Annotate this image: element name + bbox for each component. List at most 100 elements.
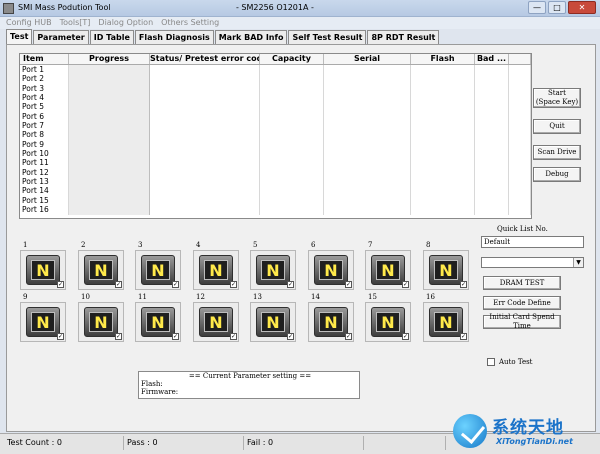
column-header-capacity[interactable]: Capacity — [260, 54, 324, 64]
checkmark-icon[interactable]: ✓ — [460, 333, 467, 340]
table-row[interactable]: Port 7 — [20, 121, 531, 131]
tab-self-test-result[interactable]: Self Test Result — [288, 30, 367, 44]
column-header-progress[interactable]: Progress — [69, 54, 150, 64]
port-slot-6[interactable]: N ✓ — [308, 250, 354, 290]
port-slot-15[interactable]: N ✓ — [365, 302, 411, 342]
serial-cell — [324, 93, 411, 103]
checkmark-icon[interactable]: ✓ — [402, 281, 409, 288]
flash-cell — [411, 177, 475, 187]
port-slot-1[interactable]: N ✓ — [20, 250, 66, 290]
port-slot-7[interactable]: N ✓ — [365, 250, 411, 290]
tab-test[interactable]: Test — [6, 29, 33, 44]
checkmark-icon[interactable]: ✓ — [115, 333, 122, 340]
port-slot-14[interactable]: N ✓ — [308, 302, 354, 342]
progress-cell — [69, 149, 150, 159]
column-header-status[interactable]: Status/ Pretest error code — [150, 54, 260, 64]
port-slot-16[interactable]: N ✓ — [423, 302, 469, 342]
table-row[interactable]: Port 12 — [20, 167, 531, 178]
port-slot-3[interactable]: N ✓ — [135, 250, 181, 290]
debug-button[interactable]: Debug — [533, 167, 581, 182]
checkmark-icon[interactable]: ✓ — [115, 281, 122, 288]
auto-test-checkbox[interactable] — [487, 358, 495, 366]
tab-parameter[interactable]: Parameter — [33, 30, 89, 44]
checkmark-icon[interactable]: ✓ — [172, 333, 179, 340]
table-header: Item Progress Status/ Pretest error code… — [20, 54, 531, 65]
table-row[interactable]: Port 1 — [20, 65, 531, 75]
chevron-down-icon[interactable]: ▼ — [573, 258, 583, 267]
port-label: Port 12 — [20, 167, 69, 178]
table-row[interactable]: Port 13 — [20, 177, 531, 187]
port-slot-2[interactable]: N ✓ — [78, 250, 124, 290]
port-number-label: 3 — [138, 241, 143, 249]
drive-icon: N — [256, 255, 290, 285]
table-row[interactable]: Port 11 — [20, 158, 531, 168]
checkmark-icon[interactable]: ✓ — [172, 281, 179, 288]
quit-button[interactable]: Quit — [533, 119, 581, 134]
minimize-button[interactable]: — — [528, 1, 546, 14]
table-row[interactable]: Port 8 — [20, 130, 531, 140]
table-row[interactable]: Port 9 — [20, 139, 531, 150]
port-slot-5[interactable]: N ✓ — [250, 250, 296, 290]
port-slot-4[interactable]: N ✓ — [193, 250, 239, 290]
menu-others-setting[interactable]: Others Setting — [161, 17, 219, 29]
port-slot-10[interactable]: N ✓ — [78, 302, 124, 342]
checkmark-icon[interactable]: ✓ — [230, 333, 237, 340]
checkmark-icon[interactable]: ✓ — [402, 333, 409, 340]
column-header-filler — [509, 54, 531, 64]
menu-tools[interactable]: Tools[T] — [60, 17, 91, 29]
table-row[interactable]: Port 3 — [20, 83, 531, 94]
tab-flash-diagnosis[interactable]: Flash Diagnosis — [134, 30, 214, 44]
checkmark-icon[interactable]: ✓ — [57, 281, 64, 288]
menu-dialog-option[interactable]: Dialog Option — [98, 17, 153, 29]
port-slot-9[interactable]: N ✓ — [20, 302, 66, 342]
quick-list-input[interactable]: Default — [481, 236, 584, 248]
checkmark-icon[interactable]: ✓ — [57, 333, 64, 340]
start-button[interactable]: Start (Space Key) — [533, 88, 581, 108]
table-row[interactable]: Port 10 — [20, 149, 531, 159]
port-number-label: 15 — [368, 293, 377, 301]
table-row[interactable]: Port 2 — [20, 74, 531, 84]
maximize-button[interactable]: □ — [548, 1, 566, 14]
capacity-cell — [260, 205, 324, 215]
menu-config-hub[interactable]: Config HUB — [6, 17, 52, 29]
scan-drive-button[interactable]: Scan Drive — [533, 145, 581, 160]
watermark-logo-icon — [453, 414, 487, 448]
table-row[interactable]: Port 15 — [20, 195, 531, 206]
table-row[interactable]: Port 14 — [20, 186, 531, 196]
port-table[interactable]: Item Progress Status/ Pretest error code… — [19, 53, 532, 219]
table-row[interactable]: Port 6 — [20, 111, 531, 122]
column-header-serial[interactable]: Serial — [324, 54, 411, 64]
column-header-item[interactable]: Item — [20, 54, 69, 64]
capacity-cell — [260, 149, 324, 159]
port-slot-8[interactable]: N ✓ — [423, 250, 469, 290]
port-slot-13[interactable]: N ✓ — [250, 302, 296, 342]
quick-list-select[interactable]: ▼ — [481, 257, 584, 268]
checkmark-icon[interactable]: ✓ — [287, 333, 294, 340]
checkmark-icon[interactable]: ✓ — [460, 281, 467, 288]
dram-test-button[interactable]: DRAM TEST — [483, 276, 561, 290]
close-button[interactable]: ✕ — [568, 1, 596, 14]
initial-card-spend-time-button[interactable]: Initial Card Spend Time — [483, 313, 561, 330]
tab-mark-bad-info[interactable]: Mark BAD Info — [214, 30, 288, 44]
column-header-flash[interactable]: Flash — [411, 54, 475, 64]
err-code-define-button[interactable]: Err Code Define — [483, 296, 561, 310]
bad-cell — [475, 195, 509, 206]
table-row[interactable]: Port 4 — [20, 93, 531, 103]
checkmark-icon[interactable]: ✓ — [287, 281, 294, 288]
tab-id-table[interactable]: ID Table — [89, 30, 134, 44]
port-number-label: 7 — [368, 241, 373, 249]
port-slot-12[interactable]: N ✓ — [193, 302, 239, 342]
flash-cell — [411, 205, 475, 215]
filler-cell — [509, 121, 531, 131]
column-header-bad[interactable]: Bad ... — [475, 54, 509, 64]
flash-cell — [411, 195, 475, 206]
checkmark-icon[interactable]: ✓ — [345, 281, 352, 288]
tab-8p-rdt-result[interactable]: 8P RDT Result — [367, 30, 440, 44]
flash-cell — [411, 74, 475, 84]
table-row[interactable]: Port 5 — [20, 102, 531, 112]
checkmark-icon[interactable]: ✓ — [230, 281, 237, 288]
checkmark-icon[interactable]: ✓ — [345, 333, 352, 340]
port-number-label: 8 — [426, 241, 431, 249]
port-slot-11[interactable]: N ✓ — [135, 302, 181, 342]
table-row[interactable]: Port 16 — [20, 205, 531, 215]
